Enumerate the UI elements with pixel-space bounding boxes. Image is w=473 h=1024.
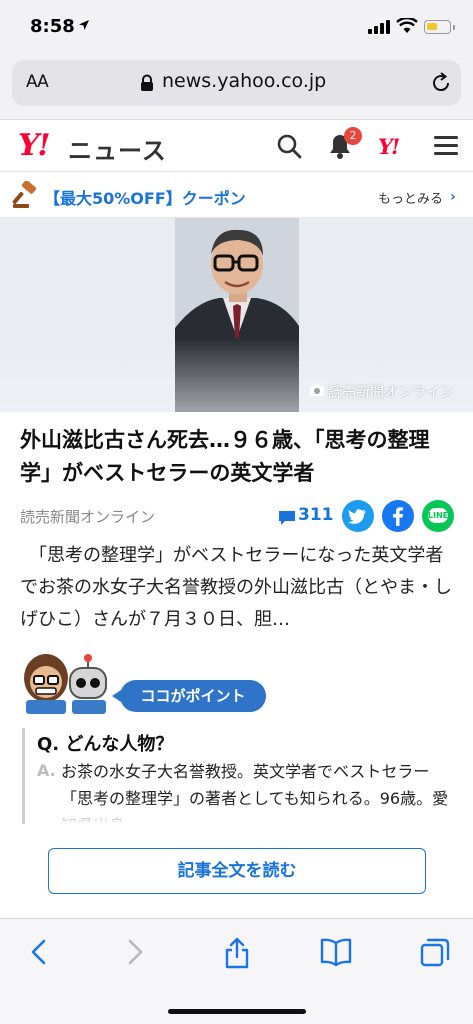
reader-aa-button[interactable]: AA [26, 72, 49, 92]
battery-icon [424, 20, 451, 34]
line-label: LINE [427, 511, 449, 520]
twitter-share-button[interactable] [342, 500, 374, 532]
promo-banner[interactable]: 【最大50%OFF】クーポン もっとみる › [0, 172, 473, 218]
status-time: 8:58 [30, 16, 75, 37]
point-question: Q. どんな人物？ [37, 734, 174, 755]
tabs-icon[interactable] [420, 937, 450, 967]
answer-mark: A. [37, 761, 56, 780]
point-pill: ココがポイント [120, 680, 266, 712]
yahoo-logo[interactable]: Y! [18, 128, 51, 163]
mascot-characters-icon [24, 654, 107, 714]
camera-icon [310, 384, 324, 396]
promo-more-link[interactable]: もっとみる [378, 188, 443, 207]
article-lead: 「思考の整理学」がベストセラーになった英文学者でお茶の水女子大名誉教授の外山滋比… [20, 545, 452, 630]
line-share-button[interactable]: LINE [422, 500, 454, 532]
menu-icon[interactable] [434, 136, 458, 156]
article-photo[interactable]: 読売新聞オンライン [0, 218, 473, 412]
url-text[interactable]: news.yahoo.co.jp [162, 70, 326, 92]
read-full-article-button[interactable]: 記事全文を読む [48, 848, 426, 894]
wifi-icon [396, 18, 418, 33]
photo-credit: 読売新聞オンライン [328, 385, 454, 401]
back-icon[interactable] [28, 937, 50, 967]
site-header: Y! ニュース 2 Y! [0, 120, 473, 172]
cellular-signal-icon [368, 20, 390, 34]
comment-icon[interactable] [278, 510, 296, 526]
forward-icon[interactable] [124, 937, 146, 967]
bookmarks-icon[interactable] [320, 937, 352, 967]
article-headline: 外山滋比古さん死去…９６歳、「思考の整理学」がベストセラーの英文学者 [20, 428, 430, 485]
qa-fade [25, 802, 452, 824]
promo-text[interactable]: 【最大50%OFF】クーポン [44, 185, 246, 209]
news-title[interactable]: ニュース [68, 131, 167, 166]
auction-hammer-icon [12, 181, 37, 208]
twitter-icon [348, 509, 366, 524]
home-indicator [168, 1009, 306, 1014]
browser-toolbar [0, 918, 473, 1024]
location-arrow-icon [79, 20, 89, 30]
facebook-icon [393, 507, 403, 526]
chevron-right-icon: › [450, 189, 456, 205]
reload-icon[interactable] [430, 72, 452, 94]
battery-tip [453, 25, 455, 30]
share-icon[interactable] [224, 937, 250, 969]
notification-badge: 2 [344, 127, 362, 145]
lock-icon [141, 74, 153, 91]
yahoo-top-link[interactable]: Y! [378, 134, 400, 159]
search-icon[interactable] [276, 133, 302, 159]
browser-address-area: AA news.yahoo.co.jp [0, 56, 473, 120]
status-bar: 8:58 [0, 0, 473, 56]
address-bar[interactable]: AA news.yahoo.co.jp [12, 60, 461, 106]
point-qa[interactable]: Q. どんな人物？ A. お茶の水女子大名誉教授。英文学者でベストセラー「思考の… [22, 728, 452, 824]
comment-count[interactable]: 311 [298, 505, 334, 525]
article-source[interactable]: 読売新聞オンライン [20, 506, 155, 527]
facebook-share-button[interactable] [382, 500, 414, 532]
